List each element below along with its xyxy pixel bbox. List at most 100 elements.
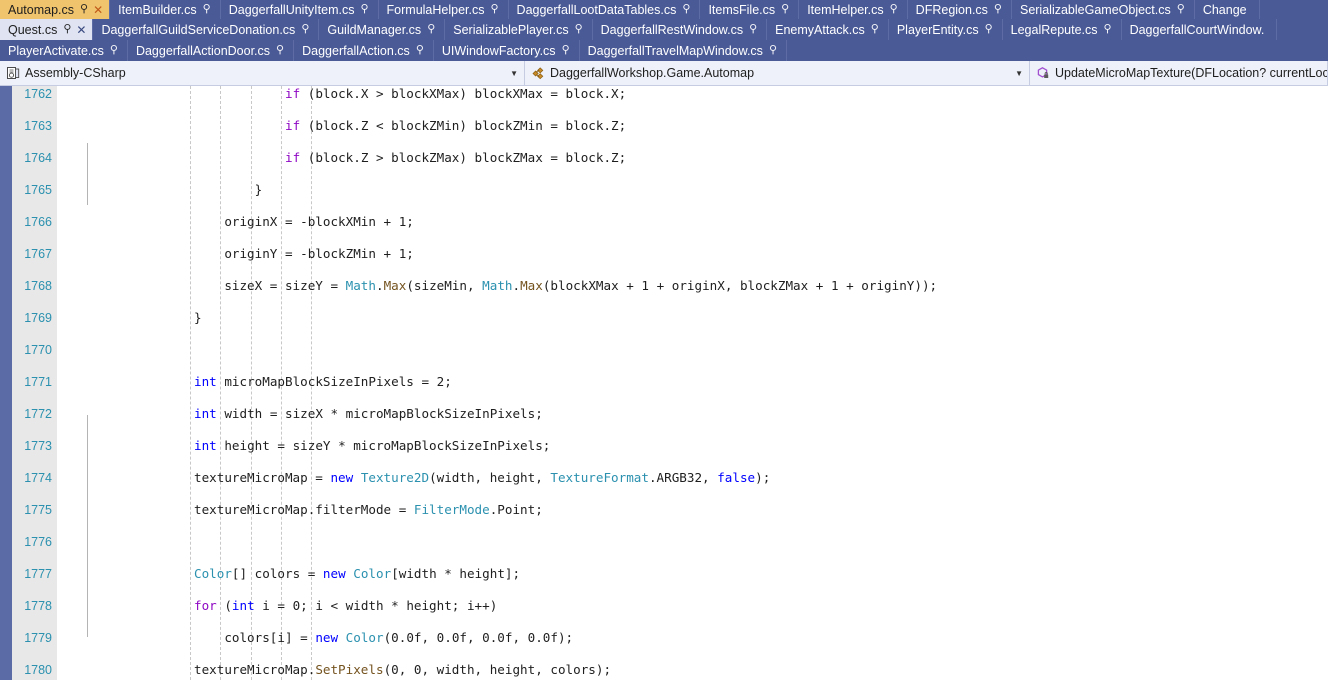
code-line[interactable]: 1773 int height = sizeY * microMapBlockS… (0, 438, 1328, 454)
pin-icon[interactable]: ⚲ (80, 2, 88, 15)
line-number: 1774 (24, 471, 52, 485)
tab-playerentity[interactable]: PlayerEntity.cs ⚲ (888, 19, 1003, 40)
tab-daggerfallcourtwindow.[interactable]: DaggerfallCourtWindow. (1121, 19, 1278, 40)
pin-icon[interactable]: ⚲ (110, 43, 118, 56)
code-line[interactable]: 1764 if (block.Z > blockZMax) blockZMax … (0, 150, 1328, 166)
tab-daggerfallaction[interactable]: DaggerfallAction.cs ⚲ (294, 40, 434, 61)
line-number: 1779 (24, 631, 52, 645)
code-line[interactable]: 1769 } (0, 310, 1328, 326)
pin-icon[interactable]: ⚲ (871, 22, 879, 35)
code-lines[interactable]: 1762 if (block.X > blockXMax) blockXMax … (0, 86, 1328, 680)
code-text: colors[i] = new Color(0.0f, 0.0f, 0.0f, … (103, 630, 574, 645)
pin-icon[interactable]: ⚲ (490, 2, 498, 15)
tab-serializablegameobject[interactable]: SerializableGameObject.cs ⚲ (1011, 0, 1195, 19)
pin-icon[interactable]: ⚲ (203, 2, 211, 15)
tab-label: DaggerfallTravelMapWindow.cs (587, 43, 763, 58)
tab-quest[interactable]: Quest.cs ⚲ ✕ (0, 19, 94, 40)
tab-formulahelper[interactable]: FormulaHelper.cs ⚲ (378, 0, 509, 19)
pin-icon[interactable]: ⚲ (63, 22, 71, 35)
tab-itembuilder[interactable]: ItemBuilder.cs ⚲ (110, 0, 221, 19)
tab-daggerfallrestwindow[interactable]: DaggerfallRestWindow.cs ⚲ (592, 19, 768, 40)
pin-icon[interactable]: ⚲ (1104, 22, 1112, 35)
member-dropdown[interactable]: UpdateMicroMapTexture(DFLocation? curren… (1030, 61, 1328, 85)
tab-itemsfile[interactable]: ItemsFile.cs ⚲ (700, 0, 800, 19)
pin-icon[interactable]: ⚲ (416, 43, 424, 56)
tab-playeractivate[interactable]: PlayerActivate.cs ⚲ (0, 40, 128, 61)
tab-legalrepute[interactable]: LegalRepute.cs ⚲ (1002, 19, 1122, 40)
tab-label: DFRegion.cs (915, 2, 988, 17)
tab-label: DaggerfallCourtWindow. (1129, 22, 1265, 37)
tab-uiwindowfactory[interactable]: UIWindowFactory.cs ⚲ (433, 40, 580, 61)
code-editor[interactable]: 1762 if (block.X > blockXMax) blockXMax … (0, 86, 1328, 680)
tab-itemhelper[interactable]: ItemHelper.cs ⚲ (799, 0, 908, 19)
pin-icon[interactable]: ⚲ (575, 22, 583, 35)
close-icon[interactable]: ✕ (93, 3, 103, 17)
tab-label: DaggerfallActionDoor.cs (135, 43, 271, 58)
tab-daggerfallguildservicedonation[interactable]: DaggerfallGuildServiceDonation.cs ⚲ (93, 19, 320, 40)
tab-label: Automap.cs (8, 2, 75, 17)
tab-guildmanager[interactable]: GuildManager.cs ⚲ (319, 19, 446, 40)
code-line[interactable]: 1768 sizeX = sizeY = Math.Max(sizeMin, M… (0, 278, 1328, 294)
tab-label: PlayerActivate.cs (8, 43, 104, 58)
pin-icon[interactable]: ⚲ (1177, 2, 1185, 15)
pin-icon[interactable]: ⚲ (890, 2, 898, 15)
line-number: 1766 (24, 215, 52, 229)
line-number: 1769 (24, 311, 52, 325)
tab-label: ItemBuilder.cs (118, 2, 197, 17)
close-icon[interactable]: ✕ (76, 23, 86, 37)
tab-label: EnemyAttack.cs (775, 22, 865, 37)
code-line[interactable]: 1777 Color[] colors = new Color[width * … (0, 566, 1328, 582)
pin-icon[interactable]: ⚲ (562, 43, 570, 56)
pin-icon[interactable]: ⚲ (985, 22, 993, 35)
pin-icon[interactable]: ⚲ (301, 22, 309, 35)
code-line[interactable]: 1762 if (block.X > blockXMax) blockXMax … (0, 86, 1328, 102)
tab-label: Quest.cs (8, 22, 58, 37)
tab-daggerfalllootdatatables[interactable]: DaggerfallLootDataTables.cs ⚲ (508, 0, 701, 19)
pin-icon[interactable]: ⚲ (360, 2, 368, 15)
code-line[interactable]: 1779 colors[i] = new Color(0.0f, 0.0f, 0… (0, 630, 1328, 646)
pin-icon[interactable]: ⚲ (769, 43, 777, 56)
code-line[interactable]: 1775 textureMicroMap.filterMode = Filter… (0, 502, 1328, 518)
type-dropdown[interactable]: DaggerfallWorkshop.Game.Automap ▼ (525, 61, 1030, 85)
pin-icon[interactable]: ⚲ (994, 2, 1002, 15)
tab-label: ItemsFile.cs (708, 2, 776, 17)
pin-icon[interactable]: ⚲ (276, 43, 284, 56)
tab-change[interactable]: Change (1194, 0, 1260, 19)
project-name: Assembly-CSharp (25, 66, 126, 80)
line-number: 1772 (24, 407, 52, 421)
project-dropdown[interactable]: Assembly-CSharp ▼ (0, 61, 525, 85)
pin-icon[interactable]: ⚲ (682, 2, 690, 15)
code-text: if (block.Z < blockZMin) blockZMin = blo… (284, 118, 627, 133)
chevron-down-icon[interactable]: ▼ (510, 69, 518, 78)
code-line[interactable]: 1771 int microMapBlockSizeInPixels = 2; (0, 374, 1328, 390)
tab-row-1[interactable]: Automap.cs ⚲ ✕ ItemBuilder.cs ⚲ DaggerfallUni… (0, 0, 1328, 19)
pin-icon[interactable]: ⚲ (749, 22, 757, 35)
code-line[interactable]: 1772 int width = sizeX * microMapBlockSi… (0, 406, 1328, 422)
method-private-icon (1036, 66, 1050, 80)
chevron-down-icon[interactable]: ▼ (1015, 69, 1023, 78)
tab-daggerfallactiondoor[interactable]: DaggerfallActionDoor.cs ⚲ (127, 40, 295, 61)
tab-row-2[interactable]: Quest.cs ⚲ ✕ DaggerfallGuildServiceDonation… (0, 19, 1328, 40)
line-number: 1765 (24, 183, 52, 197)
tab-dfregion[interactable]: DFRegion.cs ⚲ (907, 0, 1012, 19)
tab-serializableplayer[interactable]: SerializablePlayer.cs ⚲ (445, 19, 593, 40)
code-line[interactable]: 1765 } (0, 182, 1328, 198)
line-number: 1771 (24, 375, 52, 389)
tab-daggerfalltravelmapwindow[interactable]: DaggerfallTravelMapWindow.cs ⚲ (579, 40, 787, 61)
code-line[interactable]: 1766 originX = -blockXMin + 1; (0, 214, 1328, 230)
code-line[interactable]: 1774 textureMicroMap = new Texture2D(wid… (0, 470, 1328, 486)
tab-label: DaggerfallLootDataTables.cs (516, 2, 677, 17)
pin-icon[interactable]: ⚲ (781, 2, 789, 15)
code-line[interactable]: 1763 if (block.Z < blockZMin) blockZMin … (0, 118, 1328, 134)
tab-row-3[interactable]: PlayerActivate.cs ⚲ DaggerfallActionDoor.c… (0, 40, 1328, 61)
code-line[interactable]: 1767 originY = -blockZMin + 1; (0, 246, 1328, 262)
code-line[interactable]: 1776 (0, 534, 1328, 550)
tab-automap[interactable]: Automap.cs ⚲ ✕ (0, 0, 111, 19)
code-line[interactable]: 1770 (0, 342, 1328, 358)
pin-icon[interactable]: ⚲ (427, 22, 435, 35)
tab-label: ItemHelper.cs (807, 2, 884, 17)
tab-enemyattack[interactable]: EnemyAttack.cs ⚲ (767, 19, 889, 40)
line-number: 1777 (24, 567, 52, 581)
tab-daggerfallunityitem[interactable]: DaggerfallUnityItem.cs ⚲ (220, 0, 379, 19)
code-line[interactable]: 1778 for (int i = 0; i < width * height;… (0, 598, 1328, 614)
